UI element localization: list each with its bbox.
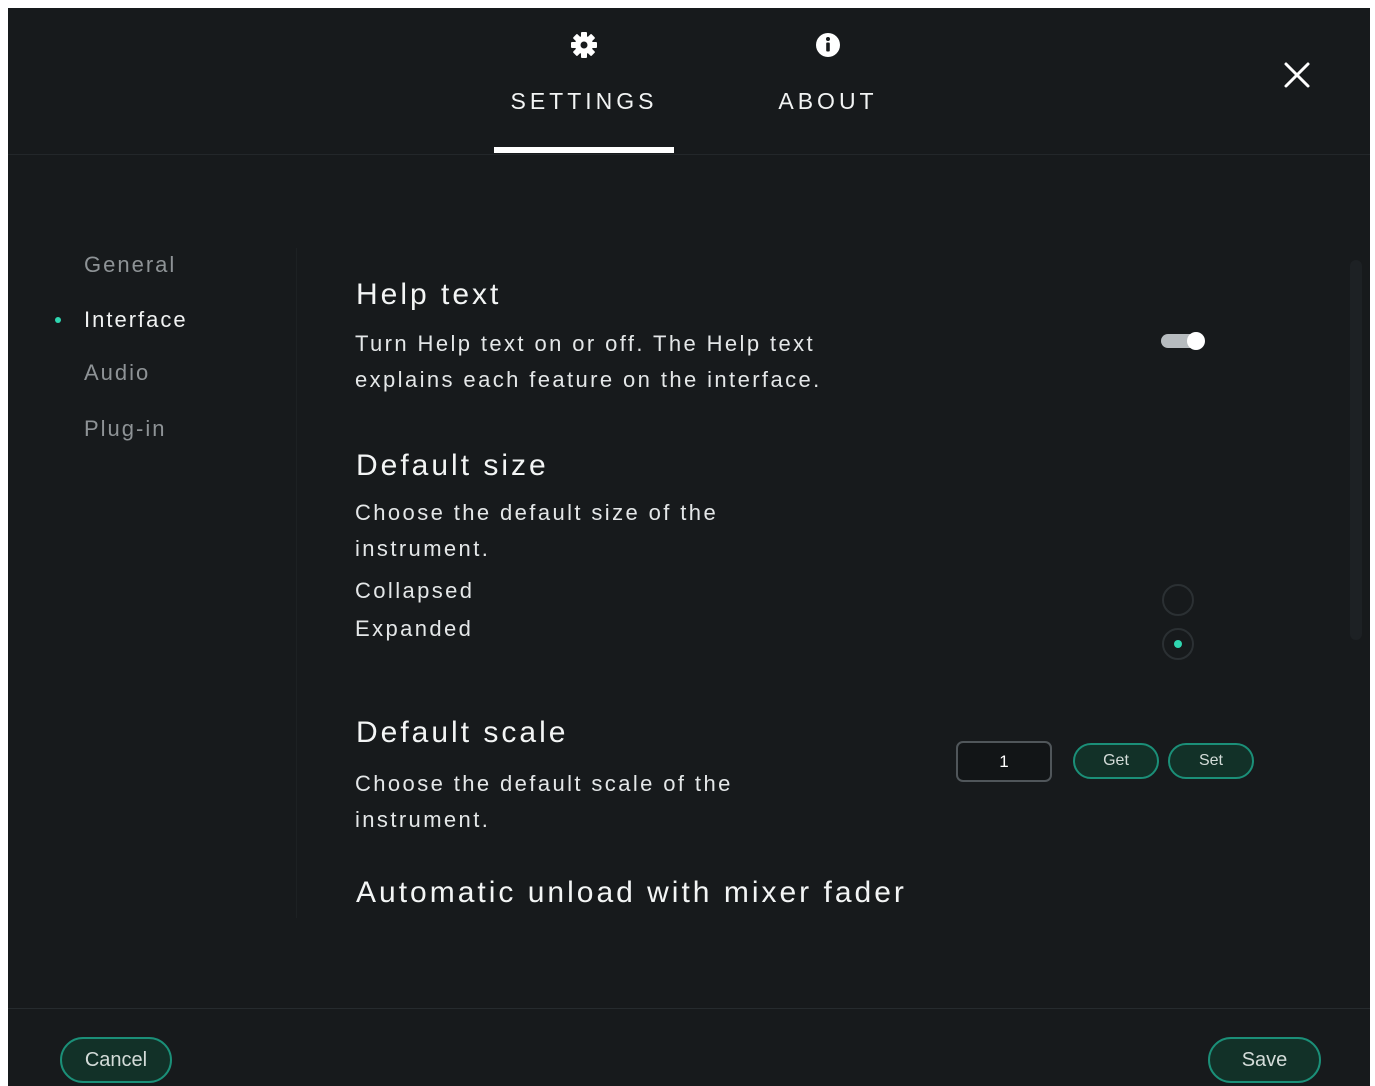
active-item-dot (55, 317, 61, 323)
dialog-header: SETTINGS ABOUT (8, 8, 1370, 155)
default-scale-description-line2: instrument. (355, 807, 491, 832)
get-button[interactable]: Get (1073, 743, 1159, 779)
gear-icon (571, 32, 597, 58)
help-text-toggle[interactable] (1161, 332, 1207, 350)
footer-divider (8, 1008, 1370, 1009)
help-text-description-line1: Turn Help text on or off. The Help text (355, 331, 816, 356)
default-size-description-line2: instrument. (355, 536, 491, 561)
option-expanded-label: Expanded (355, 616, 474, 641)
scale-input[interactable] (956, 741, 1052, 782)
cancel-button[interactable]: Cancel (60, 1037, 172, 1083)
sidebar-item-audio[interactable]: Audio (84, 360, 150, 386)
radio-selected-dot (1174, 640, 1182, 648)
close-button[interactable] (1280, 58, 1314, 92)
sidebar-item-interface[interactable]: Interface (84, 307, 188, 333)
sidebar-divider (296, 248, 297, 918)
sidebar-item-general[interactable]: General (84, 252, 176, 278)
toggle-knob (1187, 332, 1205, 350)
default-size-title: Default size (356, 449, 549, 482)
help-text-title: Help text (356, 278, 502, 311)
option-collapsed-label: Collapsed (355, 578, 475, 603)
default-size-description-line1: Choose the default size of the (355, 500, 719, 525)
close-icon (1284, 62, 1310, 88)
help-text-description-line2: explains each feature on the interface. (355, 367, 822, 392)
tab-about[interactable]: ABOUT (738, 8, 918, 154)
info-icon (816, 33, 840, 57)
radio-collapsed[interactable] (1162, 584, 1194, 616)
auto-unload-title: Automatic unload with mixer fader (356, 876, 907, 909)
tab-settings-label: SETTINGS (510, 88, 658, 114)
tab-settings[interactable]: SETTINGS (494, 8, 674, 154)
save-button[interactable]: Save (1208, 1037, 1321, 1083)
default-scale-title: Default scale (356, 716, 569, 749)
settings-dialog: SETTINGS ABOUT General Interface Audio P… (8, 8, 1370, 1086)
sidebar-item-plug-in[interactable]: Plug-in (84, 416, 166, 442)
active-tab-indicator (494, 147, 674, 153)
tab-about-label: ABOUT (778, 88, 878, 114)
content-scrollbar[interactable] (1350, 260, 1362, 640)
default-scale-description-line1: Choose the default scale of the (355, 771, 733, 796)
set-button[interactable]: Set (1168, 743, 1254, 779)
radio-expanded[interactable] (1162, 628, 1194, 660)
